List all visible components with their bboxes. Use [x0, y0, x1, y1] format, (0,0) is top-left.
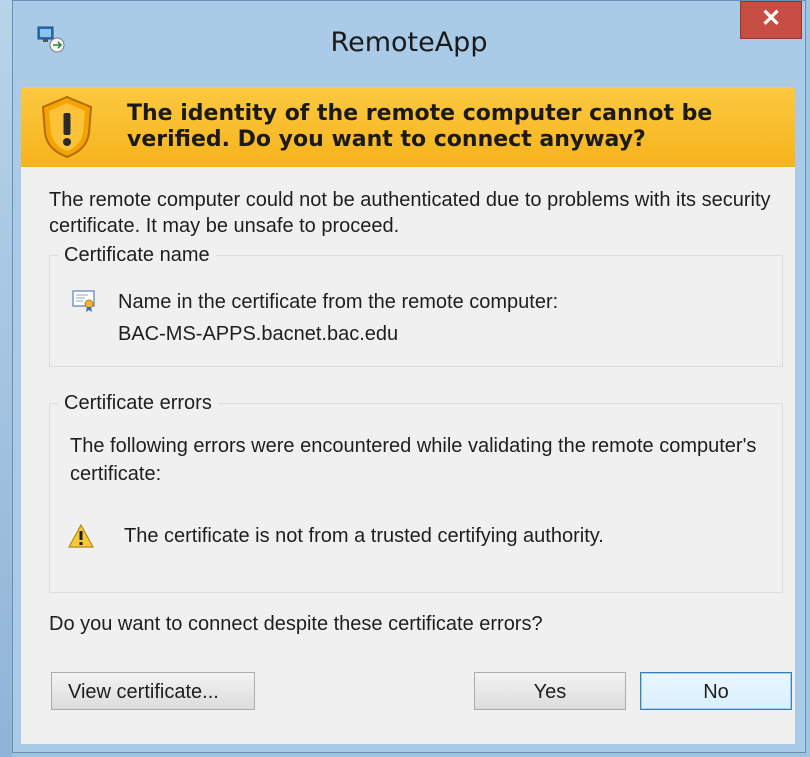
close-button[interactable]: ✕ — [740, 1, 802, 39]
close-icon: ✕ — [760, 5, 782, 32]
connect-question: Do you want to connect despite these cer… — [49, 613, 543, 635]
remoteapp-dialog: RemoteApp ✕ The identity of the remote c… — [12, 0, 806, 753]
warning-banner: The identity of the remote computer cann… — [21, 87, 795, 167]
view-certificate-button[interactable]: View certificate... — [51, 672, 255, 710]
certificate-errors-group: Certificate errors The following errors … — [49, 390, 783, 593]
certificate-name-text: Name in the certificate from the remote … — [118, 286, 558, 350]
dialog-content: The identity of the remote computer cann… — [21, 87, 795, 744]
error-item: The certificate is not from a trusted ce… — [124, 525, 604, 547]
errors-description: The following errors were encountered wh… — [70, 435, 757, 485]
warning-icon — [68, 524, 94, 548]
certificate-icon — [72, 290, 95, 312]
certificate-host-name: BAC-MS-APPS.bacnet.bac.edu — [118, 323, 399, 345]
warning-shield-icon — [41, 95, 93, 159]
title-bar[interactable]: RemoteApp ✕ — [13, 1, 805, 87]
certificate-errors-label: Certificate errors — [58, 390, 218, 416]
description-text: The remote computer could not be authent… — [49, 189, 771, 237]
certificate-name-line1: Name in the certificate from the remote … — [118, 291, 559, 313]
no-button[interactable]: No — [640, 672, 792, 710]
certificate-name-label: Certificate name — [58, 242, 216, 268]
yes-button[interactable]: Yes — [474, 672, 626, 710]
window-title: RemoteApp — [330, 27, 488, 58]
warning-heading: The identity of the remote computer cann… — [127, 101, 713, 152]
certificate-name-group: Certificate name Name in the certificate… — [49, 242, 783, 367]
background-strip — [0, 0, 12, 757]
